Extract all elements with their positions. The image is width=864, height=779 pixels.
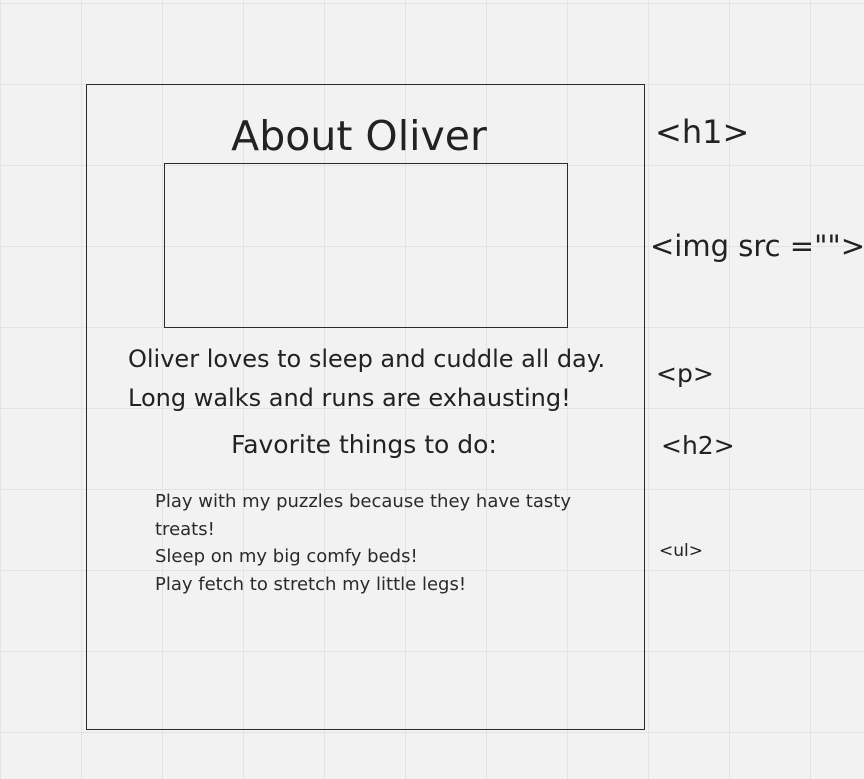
paragraph-line-1: Oliver loves to sleep and cuddle all day… [128, 345, 606, 373]
p-tag-annotation: <p> [656, 359, 714, 388]
list-item: Sleep on my big comfy beds! [155, 546, 418, 567]
image-placeholder [164, 163, 568, 328]
list-item: Play fetch to stretch my little legs! [155, 573, 467, 595]
img-tag-annotation: <img src =""> [650, 229, 864, 263]
intro-paragraph: Oliver loves to sleep and cuddle all day… [128, 340, 640, 418]
paragraph-line-2: Long walks and runs are exhausting! [128, 384, 571, 412]
ul-tag-annotation: <ul> [659, 541, 703, 561]
list-item: Play with my puzzles because they have t… [155, 491, 571, 540]
page-heading: About Oliver [231, 112, 487, 160]
h1-tag-annotation: <h1> [655, 113, 750, 151]
favorites-list: Play with my puzzles because they have t… [155, 488, 575, 598]
h2-tag-annotation: <h2> [661, 431, 735, 460]
favorites-subheading: Favorite things to do: [231, 430, 497, 459]
